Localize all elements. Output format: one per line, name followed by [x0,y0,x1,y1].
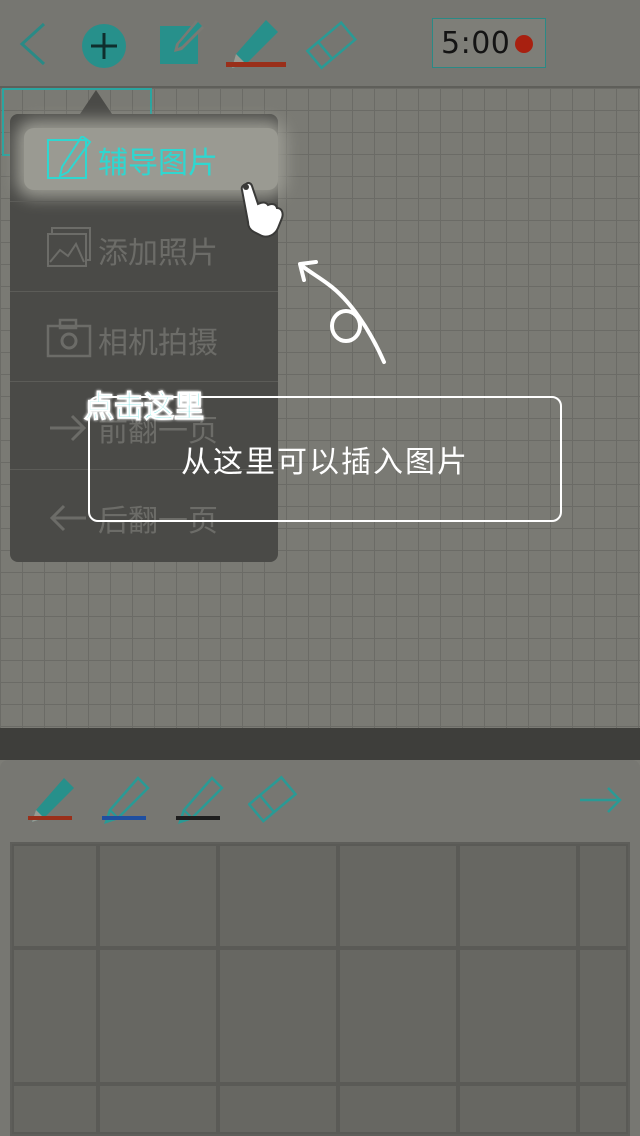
menu-item-label: 添加照片 [98,236,218,271]
canvas-bottom-strip [0,728,640,760]
top-toolbar: 5:00 [0,0,640,88]
thumbnail-cell[interactable] [218,1084,338,1134]
menu-item-label: 相机拍摄 [98,326,218,361]
menu-item-label: 辅导图片 [98,146,218,181]
thumbnail-cell[interactable] [458,948,578,1084]
thumbnail-cell[interactable] [218,948,338,1084]
thumbnail-cell[interactable] [578,948,628,1084]
back-chevron-icon[interactable] [8,16,64,72]
record-dot-icon [515,35,533,53]
pen-color-indicator [226,62,286,67]
timer-text: 5:00 [441,25,511,61]
thumbnail-cell[interactable] [218,844,338,948]
thumbnail-cell[interactable] [12,1084,98,1134]
pen-blue-color-bar [102,816,146,820]
menu-pointer [80,90,112,114]
thumbnail-cell[interactable] [458,1084,578,1134]
curved-arrow-icon [298,260,386,364]
thumbnail-cell[interactable] [338,1084,458,1134]
thumbnail-cell[interactable] [98,948,218,1084]
next-page-arrow-icon[interactable] [578,780,624,820]
menu-divider [10,291,278,292]
pen-red-color-bar [28,816,72,820]
arrow-left-icon [49,504,86,532]
thumbnail-cell[interactable] [338,844,458,948]
thumbnail-cell[interactable] [338,948,458,1084]
edit-square-icon[interactable] [152,16,208,72]
eraser-icon[interactable] [248,774,298,826]
tutorial-hint-text: 从这里可以插入图片 [181,445,469,480]
photo-gallery-icon [47,227,91,267]
add-circle-icon[interactable] [76,16,132,72]
page-thumbnails-grid [10,842,630,1136]
thumbnail-cell[interactable] [458,844,578,948]
thumbnail-cell[interactable] [578,844,628,948]
eraser-icon[interactable] [304,16,360,72]
menu-item-camera[interactable]: 相机拍摄 [10,294,278,382]
tap-hand-icon [240,181,284,238]
thumbnail-cell[interactable] [98,1084,218,1134]
thumbnail-cell[interactable] [578,1084,628,1134]
pencil-frame-icon [47,136,92,179]
thumbnail-cell[interactable] [12,948,98,1084]
thumbnail-cell[interactable] [98,844,218,948]
thumbnail-cell[interactable] [12,844,98,948]
camera-icon [46,318,92,358]
tutorial-tag: 点击这里 [84,390,205,426]
bottom-palette [0,760,640,1136]
pen-black-color-bar [176,816,220,820]
timer-display[interactable]: 5:00 [432,18,546,68]
